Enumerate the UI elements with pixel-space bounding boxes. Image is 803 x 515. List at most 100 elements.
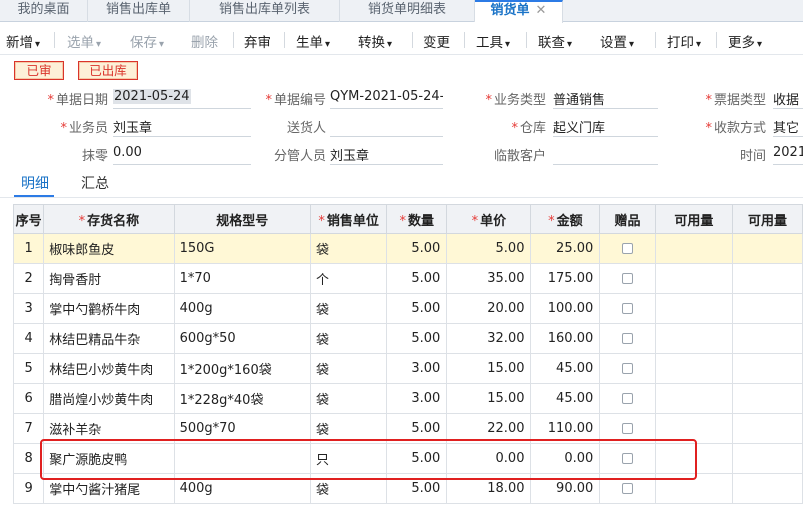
print-button[interactable]: 打印 ▾	[667, 31, 701, 51]
table-row[interactable]: 9 掌中勺酱汁猪尾 400g 袋 5.00 18.00 90.00	[12, 473, 803, 504]
quantity-cell[interactable]: 3.00	[386, 383, 448, 414]
available-cell-2[interactable]	[731, 353, 803, 384]
unit-cell[interactable]: 袋	[309, 323, 388, 354]
table-row[interactable]: 6 腊尚煌小炒黄牛肉 1*228g*40袋袋 3.00 15.00 45.00	[12, 383, 803, 414]
amount-cell[interactable]: 45.00	[530, 353, 601, 384]
price-cell[interactable]: 32.00	[446, 323, 532, 354]
code-field[interactable]: QYM-2021-05-24-...	[330, 89, 443, 104]
item-name-cell[interactable]: 椒味郎鱼皮	[43, 233, 175, 264]
warehouse-field[interactable]: 起义门库	[553, 117, 658, 136]
unit-cell[interactable]: 只	[309, 443, 388, 474]
available-cell[interactable]	[654, 293, 733, 324]
spec-cell[interactable]: 1*200g*160袋	[173, 353, 311, 384]
available-cell[interactable]	[654, 353, 733, 384]
new-button[interactable]: 新增 ▾	[6, 31, 40, 51]
item-name-cell[interactable]: 林结巴精品牛杂	[43, 323, 175, 354]
quantity-cell[interactable]: 5.00	[386, 323, 448, 354]
price-cell[interactable]: 18.00	[446, 473, 532, 504]
quantity-cell[interactable]: 3.00	[386, 353, 448, 384]
gift-checkbox[interactable]	[622, 363, 634, 374]
item-name-cell[interactable]: 林结巴小炒黄牛肉	[43, 353, 175, 384]
convert-button[interactable]: 转换 ▾	[358, 31, 392, 51]
amount-cell[interactable]: 110.00	[530, 413, 601, 444]
unit-cell[interactable]: 袋	[309, 413, 388, 444]
price-cell[interactable]: 22.00	[446, 413, 532, 444]
gift-checkbox[interactable]	[622, 393, 634, 404]
item-name-cell[interactable]: 掏骨香肘	[43, 263, 175, 294]
manager-field[interactable]: 刘玉章	[330, 145, 443, 164]
available-cell[interactable]	[654, 443, 733, 474]
unaudit-button[interactable]: 弃审	[244, 31, 271, 51]
biztype-field[interactable]: 普通销售	[553, 89, 658, 108]
unit-cell[interactable]: 个	[309, 263, 388, 294]
spec-cell[interactable]: 400g	[173, 473, 311, 504]
delete-button[interactable]: 删除	[191, 31, 218, 51]
table-row[interactable]: 2 掏骨香肘 1*70 个 5.00 35.00 175.00	[12, 263, 803, 294]
col-header-available[interactable]: 可用量	[654, 204, 733, 234]
available-cell[interactable]	[654, 233, 733, 264]
amount-cell[interactable]: 0.00	[530, 443, 601, 474]
col-header-unit[interactable]: * 销售单位	[309, 204, 388, 234]
amount-cell[interactable]: 45.00	[530, 383, 601, 414]
amount-cell[interactable]: 100.00	[530, 293, 601, 324]
quantity-cell[interactable]: 5.00	[386, 413, 448, 444]
tab-sales-outbound-list[interactable]: 销售出库单列表	[190, 0, 340, 22]
subtab-summary[interactable]: 汇总	[81, 173, 109, 193]
linked-query-button[interactable]: 联查 ▾	[538, 31, 572, 51]
available-cell-2[interactable]	[731, 323, 803, 354]
row-index[interactable]: 9	[12, 473, 45, 504]
item-name-cell[interactable]: 滋补羊杂	[43, 413, 175, 444]
available-cell-2[interactable]	[731, 413, 803, 444]
available-cell-2[interactable]	[731, 233, 803, 264]
spec-cell[interactable]: 150G	[173, 233, 311, 264]
time-field[interactable]: 2021-	[773, 145, 803, 160]
price-cell[interactable]: 0.00	[446, 443, 532, 474]
date-field[interactable]: 2021-05-24	[113, 89, 250, 104]
change-button[interactable]: 变更	[423, 31, 450, 51]
col-header-available-2[interactable]: 可用量	[731, 204, 803, 234]
table-row[interactable]: 5 林结巴小炒黄牛肉 1*200g*160袋袋 3.00 15.00 45.00	[12, 353, 803, 384]
quantity-cell[interactable]: 5.00	[386, 443, 448, 474]
amount-cell[interactable]: 175.00	[530, 263, 601, 294]
available-cell-2[interactable]	[731, 293, 803, 324]
row-index[interactable]: 7	[12, 413, 45, 444]
row-index[interactable]: 5	[12, 353, 45, 384]
quantity-cell[interactable]: 5.00	[386, 473, 448, 504]
col-header-amount[interactable]: * 金额	[530, 204, 601, 234]
row-index[interactable]: 1	[12, 233, 45, 264]
quantity-cell[interactable]: 5.00	[386, 293, 448, 324]
available-cell[interactable]	[654, 323, 733, 354]
unit-cell[interactable]: 袋	[309, 473, 388, 504]
unit-cell[interactable]: 袋	[309, 353, 388, 384]
tools-button[interactable]: 工具 ▾	[476, 31, 510, 51]
tab-my-desktop[interactable]: 我的桌面	[0, 0, 88, 22]
gift-checkbox[interactable]	[622, 423, 634, 434]
invtype-field[interactable]: 收据	[773, 89, 803, 108]
row-index[interactable]: 3	[12, 293, 45, 324]
row-index[interactable]: 8	[12, 443, 45, 474]
save-button[interactable]: 保存 ▾	[130, 31, 164, 51]
salesperson-field[interactable]: 刘玉章	[113, 117, 250, 136]
gift-checkbox[interactable]	[622, 453, 634, 464]
price-cell[interactable]: 20.00	[446, 293, 532, 324]
col-header-spec[interactable]: 规格型号	[173, 204, 311, 234]
available-cell[interactable]	[654, 413, 733, 444]
subtab-detail[interactable]: 明细	[21, 173, 49, 193]
amount-cell[interactable]: 25.00	[530, 233, 601, 264]
row-index[interactable]: 4	[12, 323, 45, 354]
table-row[interactable]: 1 椒味郎鱼皮 150G 袋 5.00 5.00 25.00	[12, 233, 803, 264]
amount-cell[interactable]: 90.00	[530, 473, 601, 504]
item-name-cell[interactable]: 聚广源脆皮鸭	[43, 443, 175, 474]
close-icon[interactable]: ✕	[536, 3, 547, 18]
table-row[interactable]: 3 掌中勺鹳桥牛肉 400g 袋 5.00 20.00 100.00	[12, 293, 803, 324]
available-cell[interactable]	[654, 383, 733, 414]
col-header-gift[interactable]: 赠品	[599, 204, 656, 234]
col-header-item-name[interactable]: * 存货名称	[43, 204, 175, 234]
available-cell-2[interactable]	[731, 473, 803, 504]
item-name-cell[interactable]: 腊尚煌小炒黄牛肉	[43, 383, 175, 414]
settings-button[interactable]: 设置 ▾	[600, 31, 634, 51]
gift-checkbox[interactable]	[622, 243, 634, 254]
gift-checkbox[interactable]	[622, 303, 634, 314]
amount-cell[interactable]: 160.00	[530, 323, 601, 354]
spec-cell[interactable]: 600g*50	[173, 323, 311, 354]
